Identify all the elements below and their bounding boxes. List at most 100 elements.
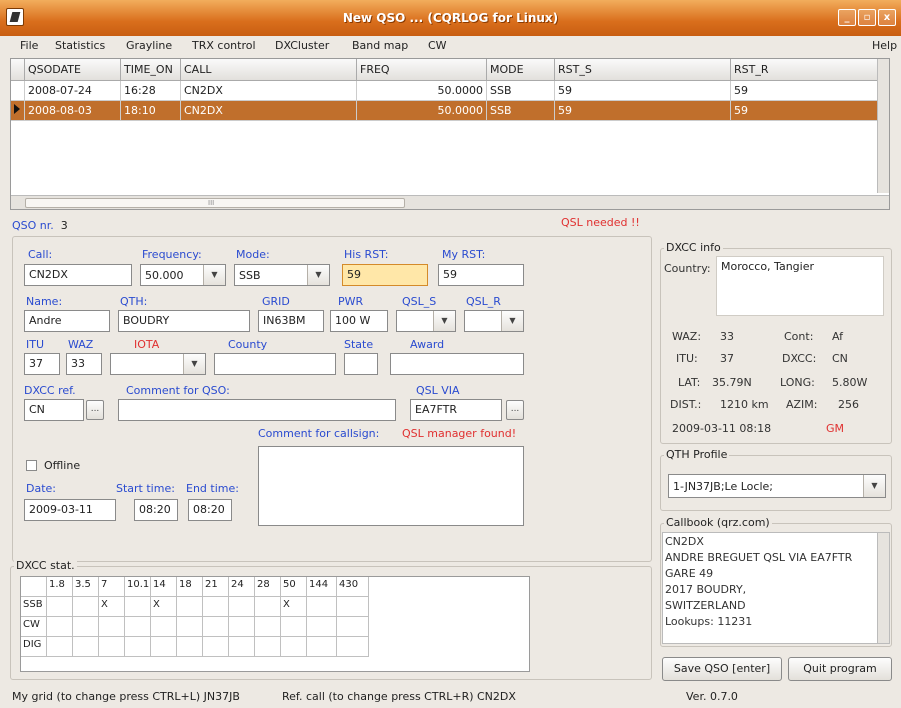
callbook-scrollbar[interactable] (877, 533, 889, 643)
start-time-label: Start time: (116, 482, 175, 495)
stat-cell (73, 597, 99, 617)
pwr-input[interactable]: 100 W (330, 310, 388, 332)
itu-input[interactable]: 37 (24, 353, 60, 375)
table-cell[interactable]: 59 (731, 101, 878, 121)
mode-label: Mode: (236, 248, 270, 261)
table-cell[interactable]: 59 (555, 101, 731, 121)
chevron-down-icon[interactable]: ▼ (433, 311, 455, 331)
qso-table[interactable]: QSODATE TIME_ON CALL FREQ MODE RST_S RST… (10, 58, 890, 210)
stat-band-header: 18 (177, 577, 203, 597)
stat-cell (255, 617, 281, 637)
dxcc-ref-browse-button[interactable]: ... (86, 400, 104, 420)
dxcc-stat-grid[interactable]: 1.8 3.5 7 10.1 14 18 21 24 28 50 144 430 SSB X X X CW DIG (20, 576, 530, 672)
call-input[interactable]: CN2DX (24, 264, 132, 286)
save-qso-button[interactable]: Save QSO [enter] (662, 657, 782, 681)
grid-label: GRID (262, 295, 290, 308)
table-cell[interactable]: 59 (555, 81, 731, 101)
table-cell[interactable]: 18:10 (121, 101, 181, 121)
callbook-text[interactable]: CN2DX ANDRE BREGUET QSL VIA EA7FTR GARE … (662, 532, 890, 644)
menu-dxcluster[interactable]: DXCluster (275, 39, 329, 52)
frequency-combo[interactable]: 50.000 ▼ (140, 264, 226, 286)
country-value: Morocco, Tangier (716, 256, 884, 316)
grid-input[interactable]: IN63BM (258, 310, 324, 332)
stat-cell (125, 637, 151, 657)
col-rst-s[interactable]: RST_S (555, 59, 731, 81)
qsl-via-browse-button[interactable]: ... (506, 400, 524, 420)
table-horizontal-scrollbar[interactable]: III (11, 195, 889, 209)
menu-statistics[interactable]: Statistics (55, 39, 105, 52)
qth-profile-combo[interactable]: 1-JN37JB;Le Locle; ▼ (668, 474, 886, 498)
qsl-manager-found-text: QSL manager found! (402, 427, 517, 440)
menu-cw[interactable]: CW (428, 39, 447, 52)
chevron-down-icon[interactable]: ▼ (501, 311, 523, 331)
menu-help[interactable]: Help (872, 39, 897, 52)
title-bar: New QSO ... (CQRLOG for Linux) _ ▫ x (0, 0, 901, 36)
stat-cell (177, 637, 203, 657)
menu-band-map[interactable]: Band map (352, 39, 408, 52)
county-input[interactable] (214, 353, 336, 375)
callbook-line: ANDRE BREGUET QSL VIA EA7FTR (665, 551, 853, 564)
chevron-down-icon[interactable]: ▼ (183, 354, 205, 374)
maximize-button[interactable]: ▫ (858, 9, 876, 26)
table-cell[interactable]: 59 (731, 81, 878, 101)
state-input[interactable] (344, 353, 378, 375)
col-rst-r[interactable]: RST_R (731, 59, 878, 81)
end-time-input[interactable]: 08:20 (188, 499, 232, 521)
offline-checkbox[interactable] (26, 460, 37, 471)
qth-profile-title: QTH Profile (664, 448, 730, 461)
table-cell[interactable]: 50.0000 (357, 101, 487, 121)
award-input[interactable] (390, 353, 524, 375)
table-cell[interactable]: CN2DX (181, 81, 357, 101)
iota-combo[interactable]: ▼ (110, 353, 206, 375)
my-rst-input[interactable]: 59 (438, 264, 524, 286)
menu-trx-control[interactable]: TRX control (192, 39, 256, 52)
stat-cell (47, 597, 73, 617)
county-label: County (228, 338, 268, 351)
comment-qso-input[interactable] (118, 399, 396, 421)
name-input[interactable]: Andre (24, 310, 110, 332)
col-time-on[interactable]: TIME_ON (121, 59, 181, 81)
table-cell[interactable]: SSB (487, 101, 555, 121)
menu-grayline[interactable]: Grayline (126, 39, 172, 52)
stat-cell (229, 597, 255, 617)
col-mode[interactable]: MODE (487, 59, 555, 81)
table-cell[interactable]: 50.0000 (357, 81, 487, 101)
table-cell[interactable]: 2008-07-24 (25, 81, 121, 101)
table-cell[interactable]: 2008-08-03 (25, 101, 121, 121)
azim-label: AZIM: (786, 398, 818, 411)
scroll-thumb[interactable]: III (25, 198, 405, 208)
his-rst-input[interactable]: 59 (342, 264, 428, 286)
close-button[interactable]: x (878, 9, 896, 26)
qth-input[interactable]: BOUDRY (118, 310, 250, 332)
dxcc-ref-input[interactable]: CN (24, 399, 84, 421)
menu-file[interactable]: File (20, 39, 38, 52)
chevron-down-icon[interactable]: ▼ (863, 475, 885, 497)
table-cell[interactable]: SSB (487, 81, 555, 101)
menu-bar: File Statistics Grayline TRX control DXC… (0, 36, 901, 56)
datetime-value: 2009-03-11 08:18 (672, 422, 772, 435)
chevron-down-icon[interactable]: ▼ (203, 265, 225, 285)
qso-nr-label: QSO nr. 3 (12, 219, 68, 232)
qsl-via-input[interactable]: EA7FTR (410, 399, 502, 421)
country-label: Country: (664, 262, 711, 275)
waz-input[interactable]: 33 (66, 353, 102, 375)
stat-band-header: 24 (229, 577, 255, 597)
table-vertical-scrollbar[interactable] (877, 59, 889, 193)
minimize-button[interactable]: _ (838, 9, 856, 26)
chevron-down-icon[interactable]: ▼ (307, 265, 329, 285)
col-freq[interactable]: FREQ (357, 59, 487, 81)
col-qsodate[interactable]: QSODATE (25, 59, 121, 81)
long-label: LONG: (780, 376, 815, 389)
qsl-s-combo[interactable]: ▼ (396, 310, 456, 332)
comment-callsign-textarea[interactable] (258, 446, 524, 526)
date-input[interactable]: 2009-03-11 (24, 499, 116, 521)
qsl-needed-text: QSL needed !! (561, 216, 640, 229)
quit-program-button[interactable]: Quit program (788, 657, 892, 681)
qsl-r-combo[interactable]: ▼ (464, 310, 524, 332)
table-cell[interactable]: 16:28 (121, 81, 181, 101)
start-time-input[interactable]: 08:20 (134, 499, 178, 521)
table-cell[interactable]: CN2DX (181, 101, 357, 121)
stat-band-header: 10.1 (125, 577, 151, 597)
col-call[interactable]: CALL (181, 59, 357, 81)
mode-combo[interactable]: SSB ▼ (234, 264, 330, 286)
